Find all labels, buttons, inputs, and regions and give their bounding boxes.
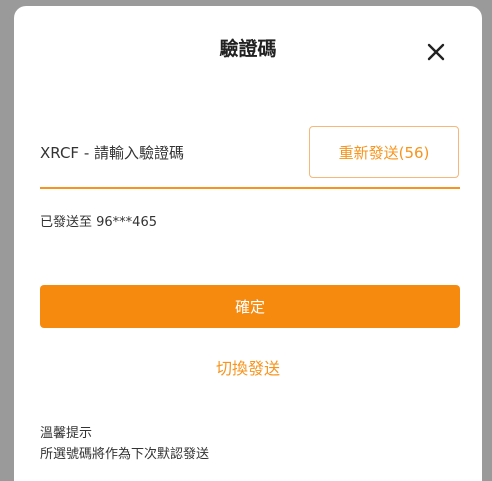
close-icon xyxy=(427,43,445,61)
switch-send-link[interactable]: 切換發送 xyxy=(14,355,482,379)
code-row: XRCF - 請輸入驗證碼 重新發送(56) xyxy=(40,124,460,188)
sent-to-text: 已發送至 96***465 xyxy=(40,215,157,230)
verification-dialog: 驗證碼 XRCF - 請輸入驗證碼 重新發送(56) 已發送至 96***465… xyxy=(14,6,482,481)
tips-title: 溫馨提示 xyxy=(40,426,93,441)
tips-body: 所選號碼將作為下次默認發送 xyxy=(40,447,210,462)
close-button[interactable] xyxy=(422,38,450,66)
confirm-button[interactable]: 確定 xyxy=(40,285,460,328)
resend-button[interactable]: 重新發送(56) xyxy=(309,126,459,178)
verification-code-input[interactable] xyxy=(40,124,295,184)
input-underline xyxy=(40,187,460,189)
dialog-title: 驗證碼 xyxy=(219,38,277,60)
